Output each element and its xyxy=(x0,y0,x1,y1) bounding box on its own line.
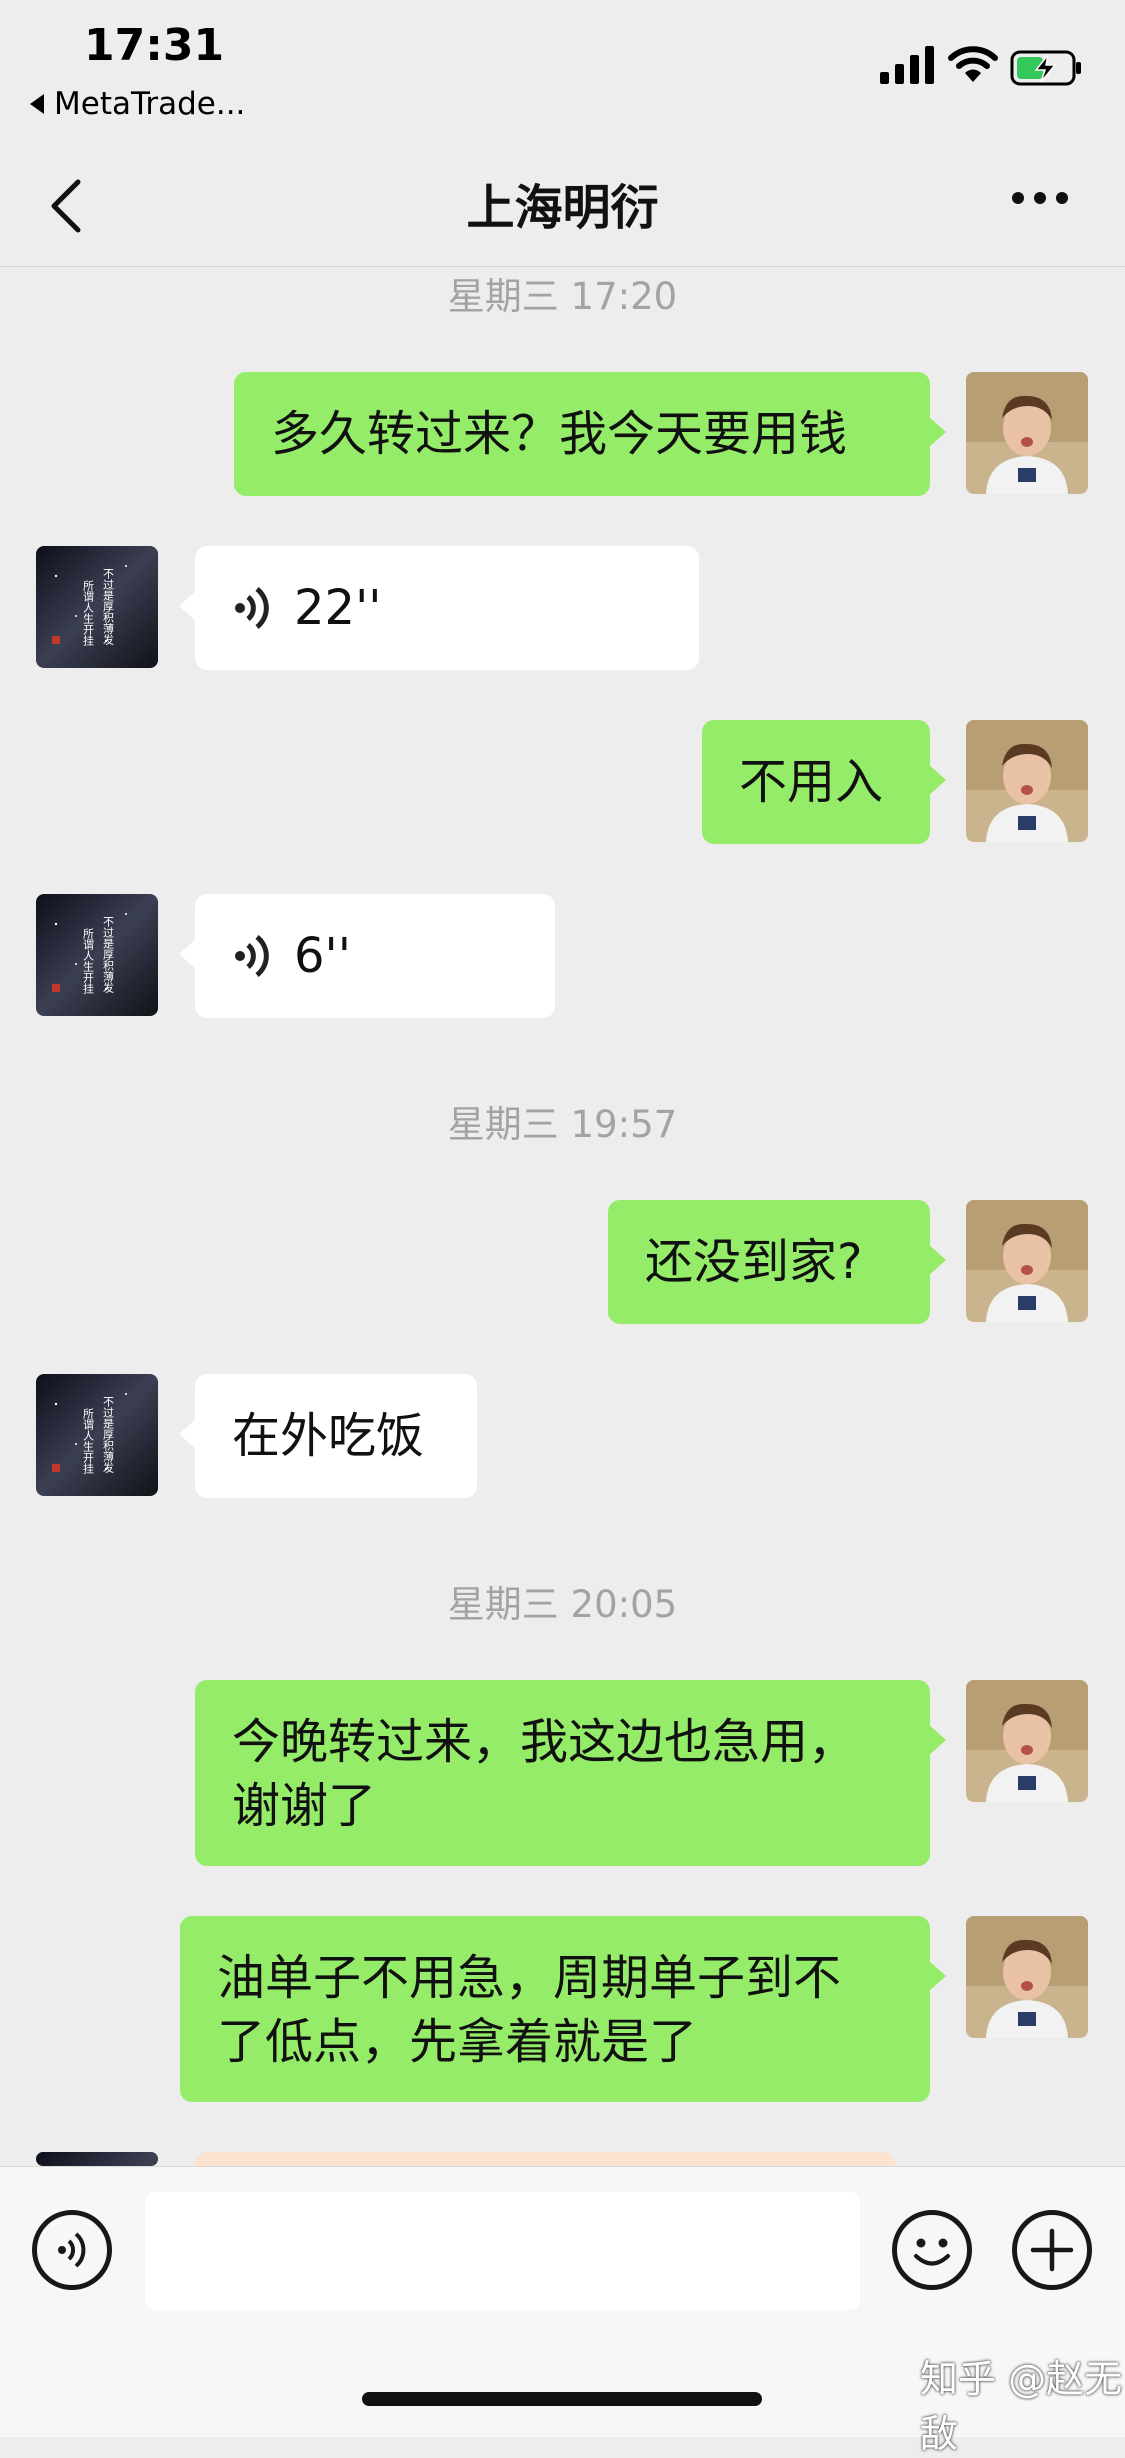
self-avatar[interactable] xyxy=(966,720,1088,842)
timestamp-separator: 星期三 17:20 xyxy=(447,275,678,318)
message-text-line: 油单子不用急，周期单子到不 xyxy=(217,1950,842,2006)
message-input[interactable] xyxy=(145,2192,860,2310)
avatar-text: 所谓人生开挂 xyxy=(82,928,95,994)
message-bubble-self[interactable]: 不用入 xyxy=(702,720,946,844)
status-time: 17:31 xyxy=(84,20,225,71)
self-avatar[interactable] xyxy=(966,372,1088,494)
message-bubble-self[interactable]: 今晚转过来，我这边也急用， 谢谢了 xyxy=(195,1680,946,1866)
message-bubble-self[interactable]: 多久转过来？我今天要用钱 xyxy=(234,372,946,496)
voice-message-bubble[interactable]: 6'' xyxy=(179,894,555,1018)
back-to-app-link[interactable]: MetaTrade... xyxy=(30,86,245,122)
wifi-icon xyxy=(948,46,998,82)
home-indicator[interactable] xyxy=(362,2392,762,2406)
message-text-line: 了低点，先拿着就是了 xyxy=(217,2014,698,2070)
contact-avatar-partial: 不过是厚积薄发 所谓人生开挂 xyxy=(36,2152,158,2166)
message-bubble-contact[interactable]: 在外吃饭 xyxy=(179,1374,477,1498)
voice-duration: 6'' xyxy=(294,928,351,984)
message-bubble-self[interactable]: 油单子不用急，周期单子到不 了低点，先拿着就是了 xyxy=(180,1916,946,2102)
voice-playback-icon xyxy=(235,935,269,977)
card-message-partial xyxy=(195,2152,895,2166)
voice-duration: 22'' xyxy=(294,580,382,636)
plus-button[interactable] xyxy=(1012,2210,1092,2290)
self-avatar[interactable] xyxy=(966,1200,1088,1322)
avatar-text: 不过是厚积薄发 xyxy=(102,916,115,994)
contact-avatar[interactable]: 不过是厚积薄发 所谓人生开挂 xyxy=(36,1374,158,1496)
avatar-text: 所谓人生开挂 xyxy=(82,1408,95,1474)
more-dots-icon[interactable] xyxy=(1010,188,1070,208)
contact-avatar[interactable]: 不过是厚积薄发 所谓人生开挂 xyxy=(36,546,158,668)
avatar-text: 不过是厚积薄发 xyxy=(102,1396,115,1474)
self-avatar[interactable] xyxy=(966,1916,1088,2038)
plus-icon xyxy=(1030,2228,1074,2272)
voice-input-button[interactable] xyxy=(32,2210,112,2290)
message-text-line: 谢谢了 xyxy=(232,1778,377,1834)
message-bubble-self[interactable]: 还没到家? xyxy=(608,1200,946,1324)
timestamp-separator: 星期三 19:57 xyxy=(447,1103,678,1146)
message-text-line: 今晚转过来，我这边也急用， xyxy=(232,1714,857,1770)
watermark: 知乎 @赵无敌 xyxy=(920,2357,1123,2456)
back-triangle-icon xyxy=(30,94,44,114)
avatar-text: 不过是厚积薄发 xyxy=(102,568,115,646)
battery-charging-icon xyxy=(1010,50,1081,86)
self-avatar[interactable] xyxy=(966,1680,1088,1802)
avatar-text: 所谓人生开挂 xyxy=(82,580,95,646)
contact-avatar[interactable]: 不过是厚积薄发 所谓人生开挂 xyxy=(36,894,158,1016)
chat-title: 上海明衍 xyxy=(466,180,659,236)
voice-playback-icon xyxy=(235,587,269,629)
emoji-button[interactable] xyxy=(892,2210,972,2290)
message-text: 在外吃饭 xyxy=(232,1408,425,1464)
voice-input-icon xyxy=(58,2232,86,2268)
message-text: 还没到家? xyxy=(645,1234,863,1290)
voice-message-bubble[interactable]: 22'' xyxy=(179,546,699,670)
message-text: 不用入 xyxy=(739,754,884,810)
message-text: 多久转过来？我今天要用钱 xyxy=(271,406,848,462)
emoji-icon xyxy=(914,2238,950,2266)
timestamp-separator: 星期三 20:05 xyxy=(447,1583,678,1626)
back-app-label: MetaTrade... xyxy=(54,86,246,122)
cellular-signal-icon xyxy=(880,46,934,84)
